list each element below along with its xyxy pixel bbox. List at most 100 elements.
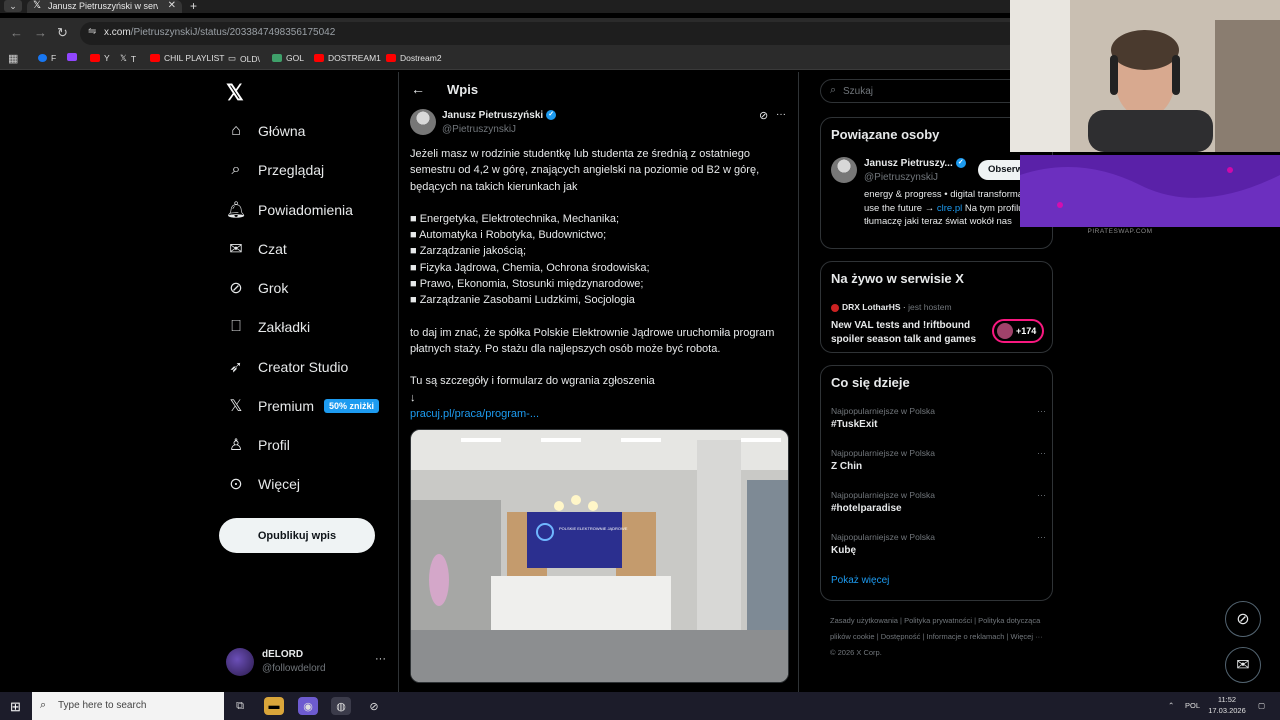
browser-tab-active[interactable]: 𝕏 Janusz Pietruszyński w serwisie X ✕ (27, 0, 182, 13)
url-field[interactable]: ⇋ x.com/PietruszynskiJ/status/2033847498… (80, 22, 1020, 45)
related-handle: @PietruszynskiJ (864, 172, 939, 183)
premium-discount-badge: 50% zniżki (324, 399, 380, 413)
live-host[interactable]: DRX LotharHS · jest hostem (831, 302, 952, 312)
grok-icon: ⊘ (229, 280, 243, 297)
discord-icon[interactable]: ◉ (298, 697, 318, 715)
bookmark-f[interactable]: F (38, 53, 56, 63)
new-tab-icon[interactable]: + (190, 0, 197, 12)
account-more-icon[interactable]: ··· (375, 653, 386, 665)
close-tab-icon[interactable]: ✕ (168, 0, 176, 12)
x-bookmark-icon: 𝕏 (120, 53, 127, 63)
search-icon: ⌕ (231, 161, 241, 178)
tray-chevron-icon[interactable]: ⌃ (1168, 701, 1174, 710)
related-title: Powiązane osoby (831, 127, 940, 142)
related-name[interactable]: Janusz Pietruszy... ✓ (864, 158, 966, 169)
nav-item-grok[interactable]: ⊘ Grok (226, 276, 288, 300)
home-icon: ⌂ (231, 122, 241, 139)
trend-item[interactable]: Najpopularniejsze w Polska #TuskExit ··· (831, 406, 1046, 438)
file-explorer-icon[interactable]: ▬ (264, 697, 284, 715)
nav-item-notifications[interactable]: 🔔︎ Powiadomienia (226, 198, 353, 222)
app-icon[interactable]: ⊘ (364, 697, 384, 715)
windows-start-icon[interactable]: ⊞ (10, 699, 21, 715)
account-switcher[interactable]: dELORD @followdelord ··· (226, 646, 386, 678)
bookmark-dostream2[interactable]: Dostream2 (386, 53, 442, 63)
live-listeners-count[interactable]: +174 (992, 319, 1044, 343)
tab-title: Janusz Pietruszyński w serwisie X (48, 1, 158, 11)
youtube-icon (90, 54, 100, 62)
bookmark-old[interactable]: ▭ OLD\ (228, 53, 260, 64)
bio-link[interactable]: clre.pl (937, 203, 962, 214)
x-logo-icon[interactable]: 𝕏 (226, 80, 244, 106)
more-options-icon[interactable]: ··· (776, 109, 786, 120)
grok-fab-icon[interactable]: ⊘ (1225, 601, 1261, 637)
post-intro: Jeżeli masz w rodzinie studentkę lub stu… (410, 148, 760, 193)
youtube-icon (314, 54, 324, 62)
bookmark-gol[interactable]: GOL (272, 53, 304, 63)
youtube-icon (386, 54, 396, 62)
bookmark-t[interactable]: 𝕏T (120, 53, 136, 64)
back-icon[interactable]: ← (10, 25, 23, 40)
messages-fab-icon[interactable]: ✉ (1225, 647, 1261, 683)
trend-more-icon[interactable]: ··· (1037, 406, 1046, 416)
verified-badge-icon: ✓ (955, 158, 966, 169)
trend-item[interactable]: Najpopularniejsze w Polska Z Chin ··· (831, 448, 1046, 480)
back-arrow-icon[interactable]: ← (411, 81, 425, 97)
grok-icon[interactable]: ⊘ (759, 109, 768, 122)
bookmark-chil-playlist[interactable]: CHIL PLAYLIST (150, 53, 224, 63)
publish-post-button[interactable]: Opublikuj wpis (219, 518, 375, 553)
author-name[interactable]: Janusz Pietruszyński ✓ (442, 110, 557, 121)
language-indicator[interactable]: POL (1185, 701, 1200, 710)
post-link[interactable]: pracuj.pl/praca/program-... (410, 408, 539, 420)
footer-links[interactable]: Zasady użytkowania | Polityka prywatnośc… (830, 613, 1050, 661)
nav-item-home[interactable]: ⌂ Główna (226, 119, 305, 143)
more-circle-icon: ⊙ (229, 476, 243, 493)
trend-more-icon[interactable]: ··· (1037, 448, 1046, 458)
apps-grid-icon[interactable]: ▦ (8, 52, 18, 65)
page-title: Wpis (447, 82, 479, 97)
trend-more-icon[interactable]: ··· (1037, 490, 1046, 500)
task-view-icon[interactable]: ⧉ (230, 697, 250, 715)
trend-item[interactable]: Najpopularniejsze w Polska #hotelparadis… (831, 490, 1046, 522)
youtube-icon (150, 54, 160, 62)
forward-icon[interactable]: → (34, 25, 47, 40)
show-more-link[interactable]: Pokaż więcej (831, 575, 889, 586)
reload-icon[interactable]: ↻ (57, 25, 68, 41)
nav-item-bookmarks[interactable]: ⎕ Zakładki (226, 315, 310, 339)
post-details: Tu są szczegóły i formularz do wgrania z… (410, 375, 655, 388)
nav-item-premium[interactable]: 𝕏 Premium 50% zniżki (226, 394, 380, 418)
bookmark-dostream1[interactable]: DOSTREAM1 (314, 53, 381, 63)
webcam-overlay (1010, 0, 1280, 152)
trend-item[interactable]: Najpopularniejsze w Polska Kubę ··· (831, 532, 1046, 564)
avatar (226, 648, 254, 676)
search-icon: ⌕ (40, 699, 47, 711)
bookmark-y[interactable]: Y (90, 53, 110, 63)
account-name: dELORD (262, 649, 304, 660)
office-reception-photo: POLSKIE ELEKTROWNIE JĄDROWE (411, 430, 788, 682)
main-header: ← Wpis (399, 72, 798, 108)
bookmark-twitch[interactable] (67, 53, 81, 61)
nav-item-profile[interactable]: ♙ Profil (226, 433, 290, 457)
taskbar-search-input[interactable]: ⌕ Type here to search (32, 692, 224, 720)
nav-item-more[interactable]: ⊙ Więcej (226, 472, 300, 496)
taskbar-clock[interactable]: 11:52 17.03.2026 (1207, 694, 1247, 716)
field-item: ■ Fizyka Jądrowa, Chemia, Ochrona środow… (410, 261, 650, 274)
nav-item-explore[interactable]: ⌕ Przeglądaj (226, 158, 325, 182)
post-image[interactable]: POLSKIE ELEKTROWNIE JĄDROWE (410, 429, 789, 683)
author-handle[interactable]: @PietruszynskiJ (442, 124, 516, 135)
nav-item-creator-studio[interactable]: ➶ Creator Studio (226, 355, 348, 379)
trend-more-icon[interactable]: ··· (1037, 532, 1046, 542)
bookmark-icon: ⎕ (231, 318, 241, 335)
site-info-icon[interactable]: ⇋ (88, 26, 96, 37)
stream-promo-overlay (1020, 155, 1280, 227)
trends-title: Co się dzieje (831, 375, 910, 390)
x-favicon-icon: 𝕏 (33, 0, 42, 11)
tab-list-chevron-icon[interactable]: ⌄ (4, 0, 22, 12)
author-avatar[interactable] (410, 109, 436, 135)
nav-item-chat[interactable]: ✉ Czat (226, 237, 287, 261)
promo-caption: PIRATESWAP.COM (1087, 228, 1153, 235)
live-space-title[interactable]: New VAL tests and !riftbound spoiler sea… (831, 319, 986, 347)
related-avatar[interactable] (831, 157, 857, 183)
post-body: Jeżeli masz w rodzinie studentkę lub stu… (410, 146, 795, 422)
notifications-icon[interactable]: ▢ (1258, 701, 1265, 710)
chrome-icon[interactable]: ◍ (331, 697, 351, 715)
